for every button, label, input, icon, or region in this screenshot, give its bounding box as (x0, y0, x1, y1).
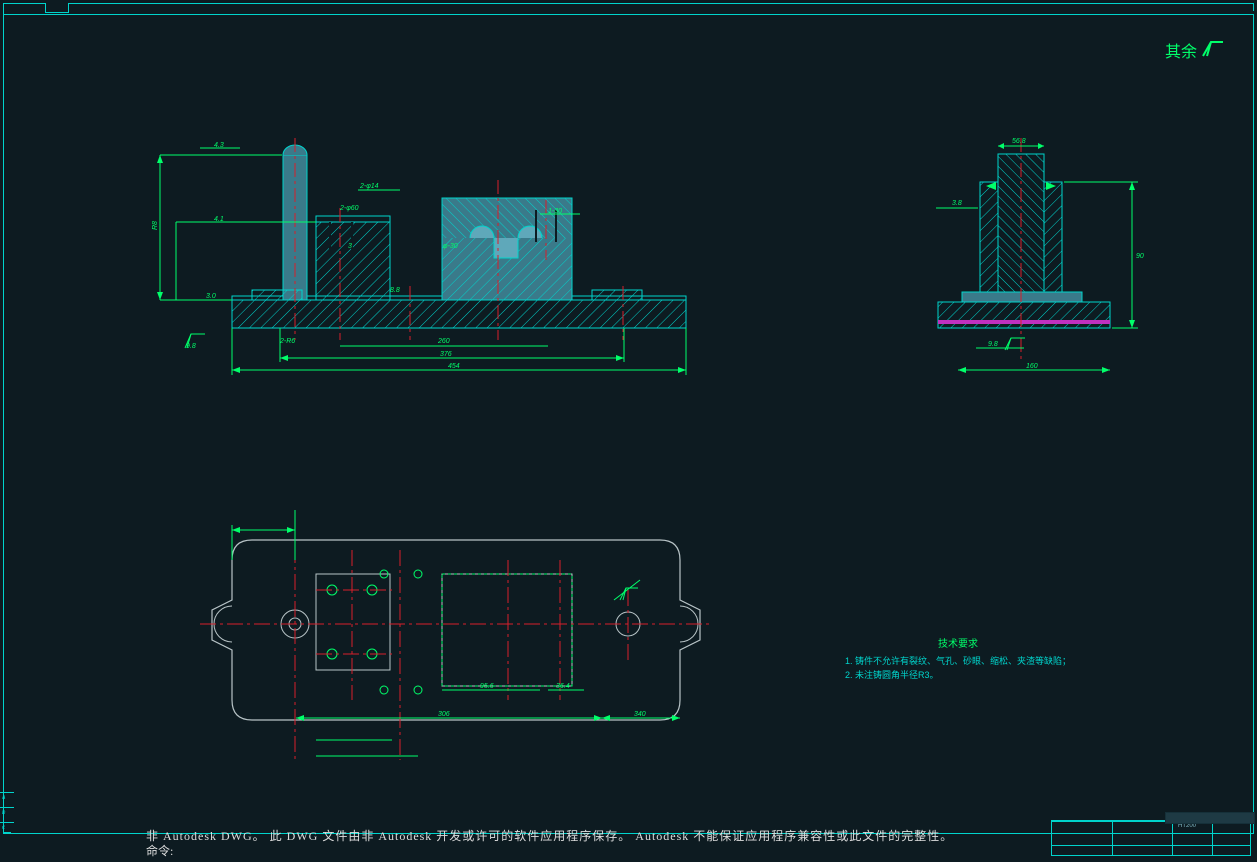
cad-canvas[interactable]: a b c 其余 技术要求 1. 铸件不允许有裂纹、气孔、砂眼、缩松、夹渣等缺陷… (0, 0, 1257, 862)
svg-text:340: 340 (634, 711, 646, 718)
svg-text:454: 454 (448, 363, 460, 370)
svg-text:260: 260 (437, 338, 450, 345)
command-line[interactable]: 命令: (146, 842, 476, 859)
svg-text:2-φ14: 2-φ14 (359, 183, 379, 190)
svg-text:95.6: 95.6 (480, 683, 494, 690)
svg-text:2-R6: 2-R6 (279, 338, 295, 345)
svg-text:4.1: 4.1 (214, 216, 224, 223)
command-prompt-label: 命令: (146, 844, 173, 858)
svg-text:3.0: 3.0 (206, 293, 216, 300)
svg-text:1-30: 1-30 (548, 208, 562, 215)
top-plan-view: 95.6 306 340 36.4 (200, 510, 710, 760)
svg-text:4.3: 4.3 (214, 142, 224, 149)
svg-text:36.4: 36.4 (556, 683, 570, 690)
svg-text:3: 3 (348, 243, 352, 250)
svg-text:2-φ60: 2-φ60 (339, 205, 359, 212)
dwg-warning-text: 非 Autodesk DWG。 此 DWG 文件由非 Autodesk 开发或许… (146, 829, 953, 843)
command-status-badge (1165, 812, 1255, 824)
svg-text:90: 90 (1136, 253, 1144, 260)
svg-text:R8: R8 (152, 221, 159, 230)
svg-text:160: 160 (1026, 363, 1038, 370)
svg-text:56.8: 56.8 (1012, 138, 1026, 145)
cad-drawing: 4.3 4.1 R8 3.0 2-φ14 2-φ60 1-30 φ-30 3 8… (0, 0, 1257, 862)
command-input[interactable] (176, 844, 476, 859)
front-section-view: 4.3 4.1 R8 3.0 2-φ14 2-φ60 1-30 φ-30 3 8… (152, 138, 686, 375)
svg-text:3.8: 3.8 (952, 200, 962, 207)
svg-text:376: 376 (440, 351, 452, 358)
svg-text:9.8: 9.8 (988, 341, 998, 348)
side-view: 56.8 3.8 90 9.8 160 (936, 138, 1144, 373)
svg-text:φ-30: φ-30 (443, 243, 458, 250)
svg-text:8.8: 8.8 (390, 287, 400, 294)
svg-text:306: 306 (438, 711, 450, 718)
